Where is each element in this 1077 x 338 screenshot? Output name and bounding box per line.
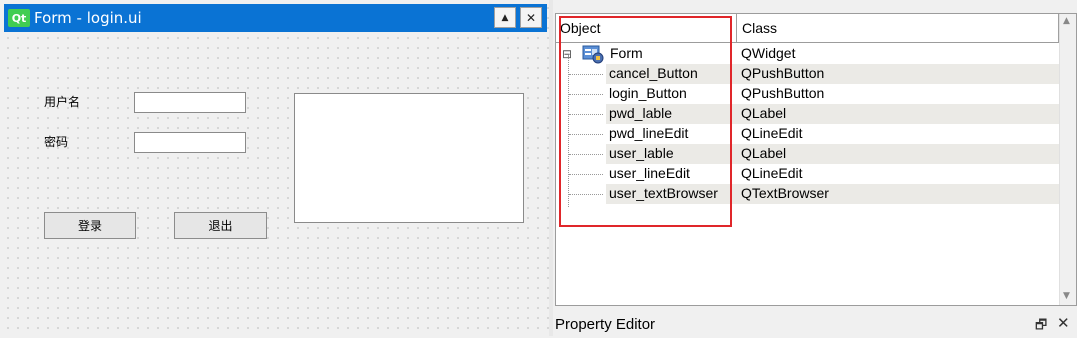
tree-class-name: QLabel xyxy=(741,145,787,161)
qt-logo-icon: Qt xyxy=(8,9,30,27)
tree-class-name: QTextBrowser xyxy=(741,185,829,201)
form-titlebar: Qt Form - login.ui ▲ ✕ xyxy=(4,4,547,32)
maximize-button[interactable]: ▲ xyxy=(494,7,516,28)
cancel-button[interactable]: 退出 xyxy=(174,212,267,239)
form-canvas[interactable]: Qt Form - login.ui ▲ ✕ 用户名 密码 登录 退出 xyxy=(0,0,553,336)
close-button[interactable]: ✕ xyxy=(520,7,542,28)
tree-class-name: QPushButton xyxy=(741,65,825,81)
triangle-up-icon: ▲ xyxy=(501,12,509,23)
login-button[interactable]: 登录 xyxy=(44,212,136,239)
scroll-down-icon[interactable]: ▼ xyxy=(1063,291,1070,301)
user-label: 用户名 xyxy=(44,95,81,109)
float-window-icon[interactable]: 🗗 xyxy=(1035,316,1047,338)
scroll-up-icon[interactable]: ▲ xyxy=(1063,16,1070,26)
tree-class-name: QPushButton xyxy=(741,85,825,101)
password-line-edit[interactable] xyxy=(134,132,246,153)
column-divider[interactable] xyxy=(736,14,737,42)
annotation-highlight-box xyxy=(559,16,732,227)
tree-class-name: QLineEdit xyxy=(741,125,803,141)
password-label: 密码 xyxy=(44,135,69,149)
vertical-scrollbar[interactable]: ▲ ▼ xyxy=(1059,14,1076,305)
tree-class-name: QLabel xyxy=(741,105,787,121)
close-icon[interactable]: ✕ xyxy=(1057,314,1070,332)
tree-class-name: QLineEdit xyxy=(741,165,803,181)
column-header-class[interactable]: Class xyxy=(742,14,777,42)
user-line-edit[interactable] xyxy=(134,92,246,113)
property-editor-title: Property Editor xyxy=(555,316,656,333)
close-icon: ✕ xyxy=(525,10,537,25)
form-window-title: Form - login.ui xyxy=(34,9,142,27)
tree-class-name: QWidget xyxy=(741,45,796,61)
user-text-browser[interactable] xyxy=(294,93,524,223)
